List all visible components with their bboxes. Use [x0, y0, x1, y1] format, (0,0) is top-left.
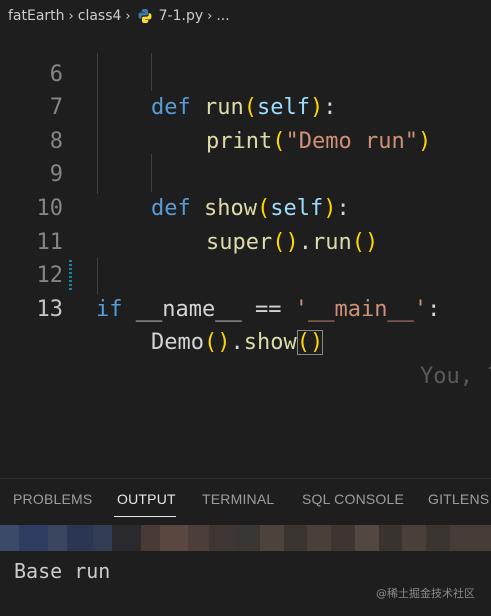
line-number-active: 13 [36, 296, 64, 322]
output-text: Base run [14, 559, 111, 583]
breadcrumb-folder-class4[interactable]: class4 [78, 8, 122, 24]
python-file-icon [138, 9, 152, 23]
token: __name__ [135, 296, 242, 322]
token: : [427, 296, 441, 322]
token: if [96, 296, 123, 322]
tab-output[interactable]: OUTPUT [117, 491, 176, 507]
token: == [254, 296, 282, 322]
breadcrumb-file[interactable]: 7-1.py [159, 8, 204, 24]
panel-tabs: PROBLEMS OUTPUT TERMINAL SQL CONSOLE GIT… [0, 479, 491, 519]
code-line-11: 11 [0, 192, 491, 255]
blurred-output-region [0, 525, 491, 551]
tab-gitlens[interactable]: GITLENS [428, 491, 489, 507]
tab-problems[interactable]: PROBLEMS [13, 491, 92, 507]
code-line-9: 9 def show(self): [0, 125, 491, 221]
active-tab-indicator [114, 516, 176, 517]
bottom-panel: PROBLEMS OUTPUT TERMINAL SQL CONSOLE GIT… [0, 478, 491, 616]
chevron-right-icon: › [207, 8, 213, 24]
tab-sql-console[interactable]: SQL CONSOLE [302, 491, 404, 507]
code-line-7: 7 print("Demo run") [0, 58, 491, 154]
breadcrumb-more[interactable]: ... [216, 8, 229, 24]
code-line-6: 6 def run(self): [0, 24, 491, 121]
code-line-13: 13 Demo().show() You, ? [0, 259, 491, 389]
token: '__main__' [294, 296, 428, 322]
token: show [243, 330, 297, 356]
watermark: @稀土掘金技术社区 [376, 587, 475, 600]
tab-terminal[interactable]: TERMINAL [202, 491, 274, 507]
code-line-12: 12 if __name__ == '__main__': [0, 226, 491, 322]
git-blame-annotation[interactable]: You, ? [420, 360, 491, 394]
matched-bracket: () [296, 330, 324, 356]
chevron-right-icon: › [125, 8, 131, 24]
code-editor[interactable]: 6 def run(self): 7 print("Demo run") 8 9… [0, 24, 491, 389]
token: Demo [151, 330, 204, 356]
chevron-right-icon: › [68, 8, 74, 24]
code-line-8: 8 [0, 91, 491, 154]
code-line-10: 10 super().run() [0, 158, 491, 255]
token: . [230, 330, 244, 356]
breadcrumb-folder-fatearth[interactable]: fatEarth [8, 8, 65, 24]
